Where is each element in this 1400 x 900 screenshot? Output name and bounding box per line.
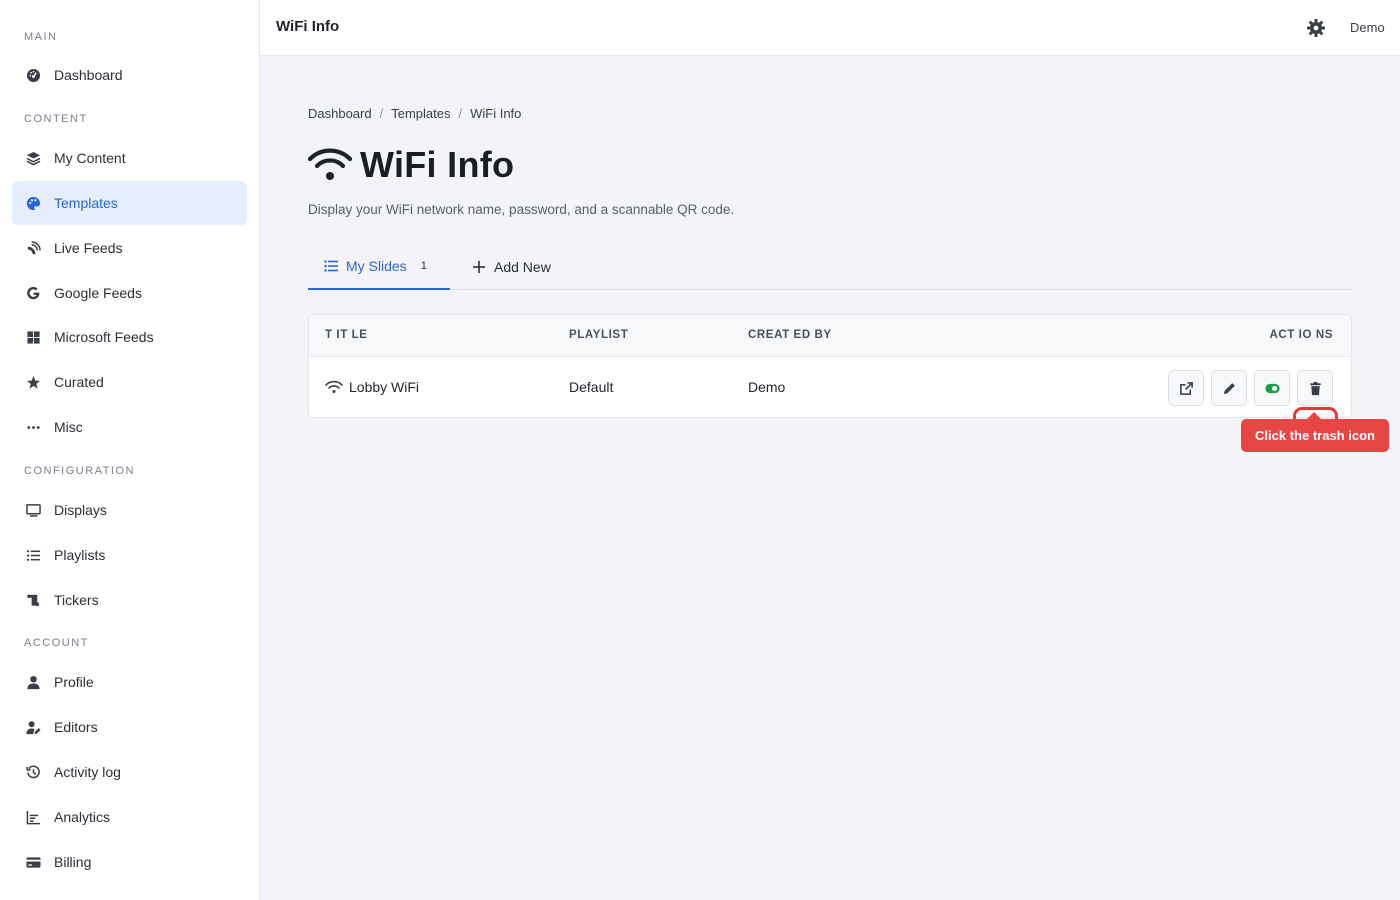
sidebar-item-misc[interactable]: Misc bbox=[12, 405, 247, 449]
history-icon bbox=[24, 763, 42, 781]
windows-icon bbox=[24, 328, 42, 346]
sidebar-item-label: Playlists bbox=[54, 547, 106, 563]
sidebar-item-label: Dashboard bbox=[54, 67, 123, 83]
page-title: WiFi Info bbox=[360, 144, 515, 185]
sidebar-item-label: Billing bbox=[54, 854, 92, 870]
list-icon bbox=[324, 259, 338, 273]
table-row: Lobby WiFi Default Demo bbox=[309, 357, 1351, 452]
credit-card-icon bbox=[24, 853, 42, 871]
wifi-icon bbox=[307, 145, 353, 185]
breadcrumb-current: WiFi Info bbox=[470, 106, 522, 121]
tab-label: Add New bbox=[494, 259, 551, 275]
sidebar-item-label: Profile bbox=[54, 674, 94, 690]
instruction-tooltip: Click the trash icon bbox=[1241, 412, 1389, 452]
user-icon bbox=[24, 673, 42, 691]
sidebar-item-playlists[interactable]: Playlists bbox=[12, 533, 247, 577]
layers-icon bbox=[24, 149, 42, 167]
column-header-playlist: PLAYLIST bbox=[569, 329, 629, 341]
wifi-icon bbox=[325, 380, 343, 394]
sidebar-item-displays[interactable]: Displays bbox=[12, 488, 247, 532]
edit-button[interactable] bbox=[1211, 370, 1247, 406]
breadcrumb: Dashboard / Templates / WiFi Info bbox=[308, 106, 521, 121]
list-icon bbox=[24, 546, 42, 564]
breadcrumb-separator: / bbox=[458, 106, 463, 121]
pencil-icon bbox=[1223, 382, 1235, 394]
sidebar-item-label: Tickers bbox=[54, 592, 99, 608]
column-header-title: T IT LE bbox=[325, 329, 368, 341]
sidebar-item-billing[interactable]: Billing bbox=[12, 840, 247, 884]
cell-playlist: Default bbox=[569, 379, 614, 395]
plus-icon bbox=[472, 260, 486, 274]
delete-button[interactable] bbox=[1297, 370, 1333, 406]
header-title: WiFi Info bbox=[276, 18, 340, 35]
user-edit-icon bbox=[24, 718, 42, 736]
slide-title: Lobby WiFi bbox=[349, 379, 420, 395]
section-label-configuration: CONFIGURATION bbox=[24, 465, 135, 477]
section-label-main: MAIN bbox=[24, 31, 58, 43]
sidebar-item-label: Templates bbox=[54, 195, 118, 211]
user-menu[interactable]: Demo bbox=[1350, 20, 1385, 35]
sidebar: MAIN Dashboard CONTENT My Content Templa… bbox=[0, 0, 260, 900]
google-icon bbox=[24, 284, 42, 302]
dashboard-icon bbox=[24, 66, 42, 84]
slide-count-badge: 1 bbox=[420, 260, 427, 272]
sidebar-item-label: Microsoft Feeds bbox=[54, 329, 154, 345]
sidebar-item-editors[interactable]: Editors bbox=[12, 705, 247, 749]
breadcrumb-separator: / bbox=[379, 106, 384, 121]
sidebar-item-label: Live Feeds bbox=[54, 240, 123, 256]
toggle-active-button[interactable] bbox=[1254, 370, 1290, 406]
sidebar-item-live-feeds[interactable]: Live Feeds bbox=[12, 226, 247, 270]
tab-my-slides[interactable]: My Slides 1 bbox=[308, 244, 450, 290]
ellipsis-icon bbox=[24, 418, 42, 436]
page-subtitle: Display your WiFi network name, password… bbox=[308, 202, 735, 217]
trash-icon bbox=[1309, 381, 1321, 395]
toggle-on-icon bbox=[1264, 383, 1280, 393]
sidebar-item-my-content[interactable]: My Content bbox=[12, 136, 247, 180]
sidebar-item-profile[interactable]: Profile bbox=[12, 660, 247, 704]
star-icon bbox=[24, 373, 42, 391]
column-header-actions: ACT IO NS bbox=[1269, 329, 1333, 341]
tab-add-new[interactable]: Add New bbox=[472, 244, 551, 290]
sidebar-item-label: Activity log bbox=[54, 764, 121, 780]
sidebar-item-templates[interactable]: Templates bbox=[12, 181, 247, 225]
sidebar-item-microsoft-feeds[interactable]: Microsoft Feeds bbox=[12, 315, 247, 359]
breadcrumb-templates[interactable]: Templates bbox=[391, 106, 450, 121]
cell-title: Lobby WiFi bbox=[325, 379, 419, 395]
sidebar-item-label: Editors bbox=[54, 719, 98, 735]
external-link-icon bbox=[1179, 381, 1193, 395]
breadcrumb-dashboard[interactable]: Dashboard bbox=[308, 106, 372, 121]
slides-table: T IT LE PLAYLIST CREAT ED BY ACT IO NS L… bbox=[308, 314, 1352, 452]
section-label-account: ACCOUNT bbox=[24, 637, 89, 649]
tab-bar: My Slides 1 Add New bbox=[308, 244, 1352, 290]
sidebar-item-label: Misc bbox=[54, 419, 83, 435]
open-external-button[interactable] bbox=[1168, 370, 1204, 406]
scroll-icon bbox=[24, 591, 42, 609]
sidebar-item-curated[interactable]: Curated bbox=[12, 360, 247, 404]
sidebar-item-analytics[interactable]: Analytics bbox=[12, 795, 247, 839]
table-header: T IT LE PLAYLIST CREAT ED BY ACT IO NS bbox=[309, 315, 1351, 357]
section-label-content: CONTENT bbox=[24, 113, 88, 125]
top-bar: WiFi Info Demo bbox=[260, 0, 1400, 56]
sidebar-item-dashboard[interactable]: Dashboard bbox=[12, 53, 247, 97]
sidebar-item-label: Analytics bbox=[54, 809, 111, 825]
satellite-dish-icon bbox=[24, 239, 42, 257]
sidebar-item-label: Displays bbox=[54, 502, 107, 518]
sidebar-item-label: My Content bbox=[54, 150, 126, 166]
palette-icon bbox=[24, 194, 42, 212]
sidebar-item-google-feeds[interactable]: Google Feeds bbox=[12, 271, 247, 315]
sidebar-item-label: Google Feeds bbox=[54, 285, 142, 301]
cell-created-by: Demo bbox=[748, 379, 786, 395]
sidebar-item-tickers[interactable]: Tickers bbox=[12, 578, 247, 622]
gear-icon[interactable] bbox=[1306, 18, 1326, 38]
sidebar-item-activity-log[interactable]: Activity log bbox=[12, 750, 247, 794]
monitor-icon bbox=[24, 501, 42, 519]
page-heading: WiFi Info bbox=[307, 144, 515, 186]
column-header-created-by: CREAT ED BY bbox=[748, 329, 832, 341]
chart-icon bbox=[24, 808, 42, 826]
sidebar-item-label: Curated bbox=[54, 374, 104, 390]
tab-label: My Slides bbox=[346, 258, 407, 274]
